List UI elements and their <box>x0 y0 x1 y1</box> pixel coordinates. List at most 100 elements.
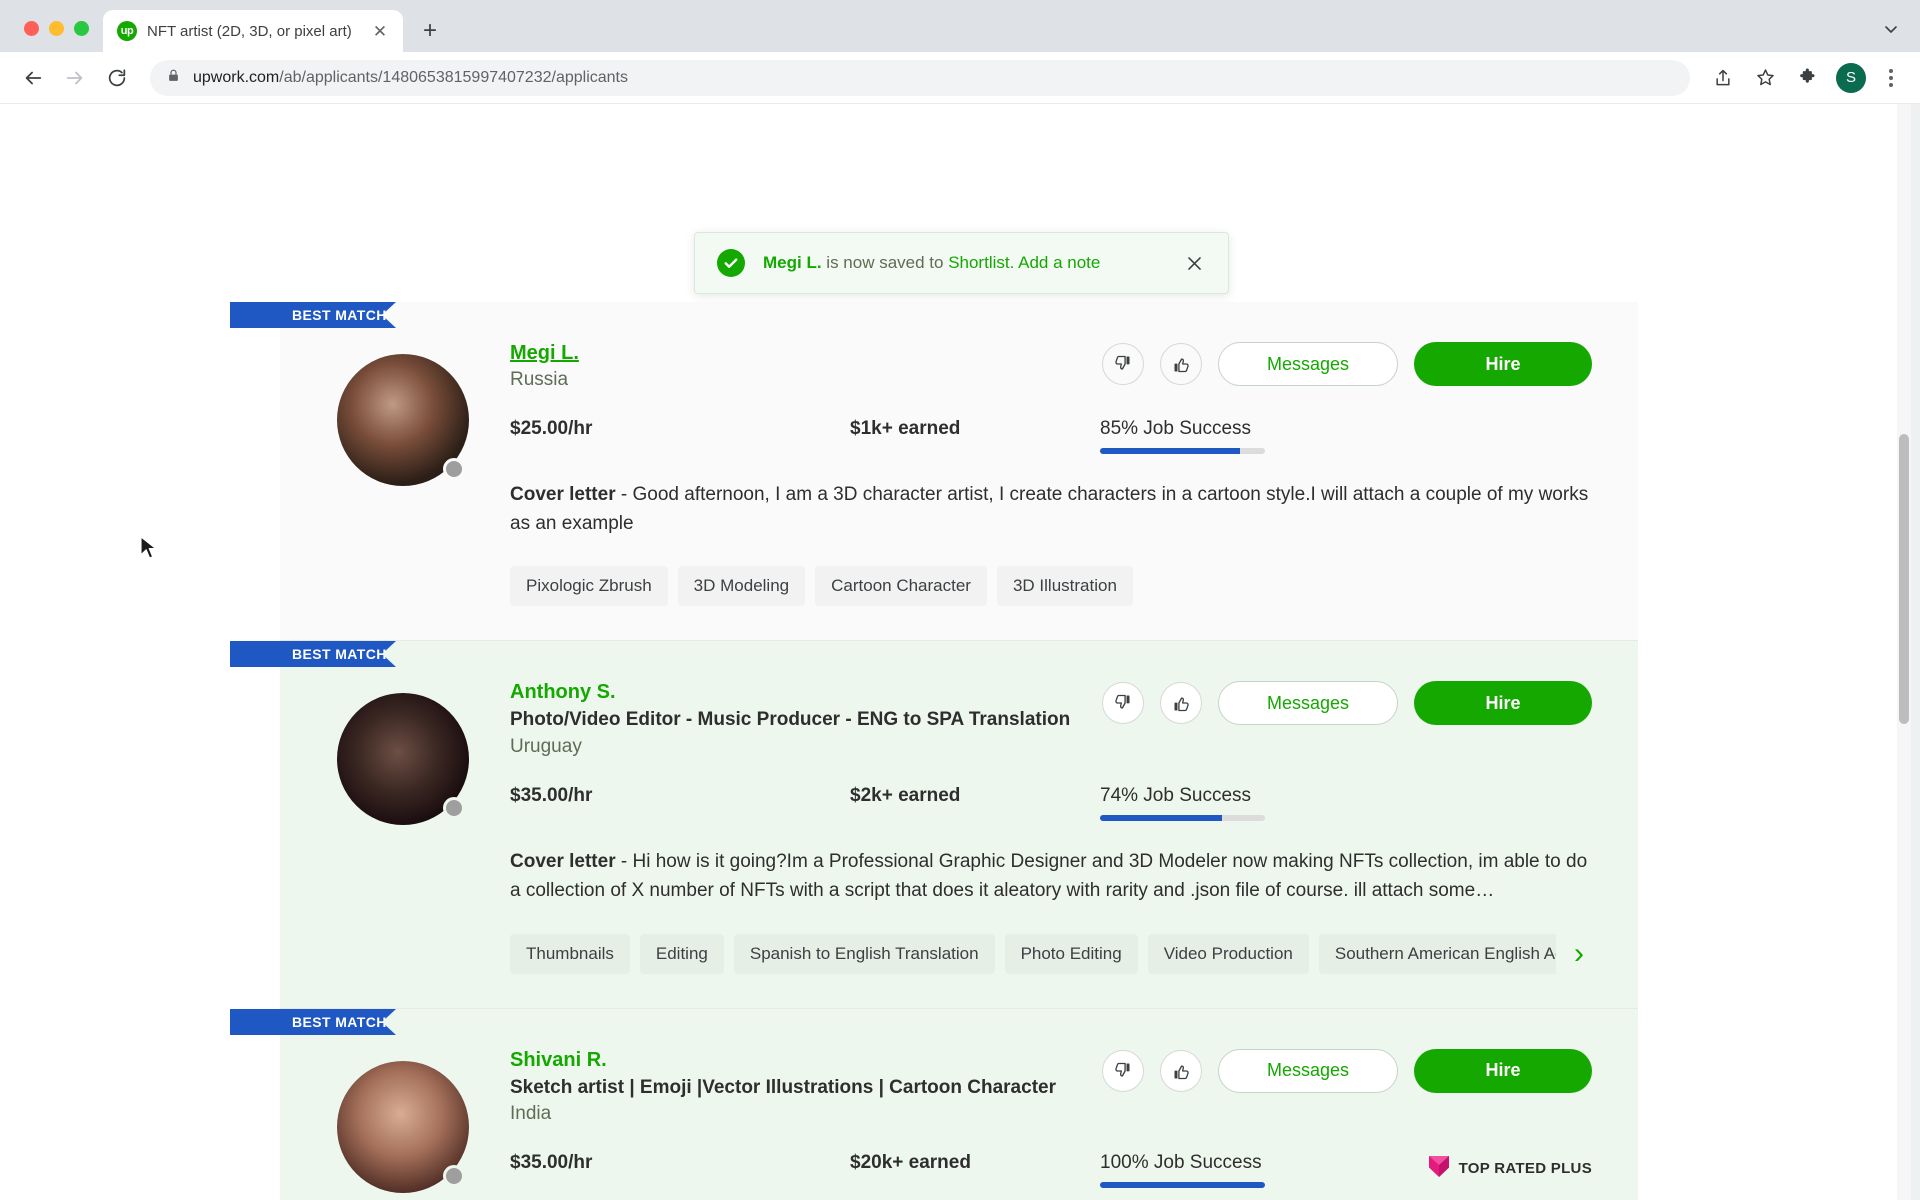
cover-letter-label: Cover letter <box>510 850 616 872</box>
toast-close-icon[interactable] <box>1180 249 1208 277</box>
cover-letter-text: - Hi how is it going?Im a Professional G… <box>510 850 1588 902</box>
hire-button[interactable]: Hire <box>1414 342 1592 386</box>
extensions-puzzle-icon[interactable] <box>1788 59 1826 97</box>
applicant-header-row: Megi L. Russia Messages Hire <box>510 340 1592 394</box>
job-success-label: 85% Job Success <box>1100 417 1252 439</box>
best-match-badge: BEST MATCH <box>230 641 396 668</box>
page-viewport: Associated with Artel Workshop BEST MATC… <box>0 104 1920 1200</box>
skills-next-chevron-icon[interactable]: › <box>1566 938 1592 969</box>
applicant-header-row: Anthony S. Photo/Video Editor - Music Pr… <box>510 679 1592 760</box>
skill-chip-row: Pixologic Zbrush 3D Modeling Cartoon Chara… <box>510 566 1592 607</box>
toast-add-note-link[interactable]: Add a note <box>1018 253 1100 272</box>
avatar-wrapper <box>337 1060 469 1193</box>
minimize-window-button[interactable] <box>49 21 64 36</box>
cover-letter: Cover letter - Good afternoon, I am a 3D… <box>510 480 1590 539</box>
thumbs-down-icon[interactable] <box>1102 682 1144 725</box>
forward-button-icon[interactable] <box>56 59 94 97</box>
applicant-main-column: Anthony S. Photo/Video Editor - Music Pr… <box>486 679 1592 974</box>
applicant-header-row: Shivani R. Sketch artist | Emoji |Vector… <box>510 1047 1592 1128</box>
page-scrollbar[interactable] <box>1897 104 1911 1200</box>
skill-chip-row: Thumbnails Editing Spanish to English Tran… <box>510 933 1592 974</box>
toast-shortlist-link[interactable]: Shortlist. <box>948 253 1014 272</box>
applicant-identity: Shivani R. Sketch artist | Emoji |Vector… <box>510 1047 1102 1128</box>
applicant-card: BEST MATCH Anthony S. Photo/Video Editor… <box>230 641 1638 1009</box>
total-earned: $1k+ earned <box>850 417 961 439</box>
skill-chip[interactable]: Southern American English Accent <box>1318 933 1556 974</box>
hire-button[interactable]: Hire <box>1414 1048 1592 1093</box>
address-path: /ab/applicants/1480653815997407232/appli… <box>279 68 628 86</box>
applicant-name-link[interactable]: Anthony S. <box>510 679 616 705</box>
hourly-rate: $35.00/hr <box>510 784 593 806</box>
job-success-track <box>1100 447 1265 454</box>
bookmark-star-icon[interactable] <box>1746 59 1784 97</box>
applicant-card-body: Shivani R. Sketch artist | Emoji |Vector… <box>280 1009 1638 1200</box>
browser-tabstrip: up NFT artist (2D, 3D, or pixel art) ✕ + <box>0 0 1920 52</box>
applicant-card-body: Anthony S. Photo/Video Editor - Music Pr… <box>280 641 1638 1007</box>
profile-avatar[interactable]: S <box>1836 62 1866 93</box>
back-button-icon[interactable] <box>14 59 52 97</box>
skill-chip[interactable]: Photo Editing <box>1004 933 1138 974</box>
thumbs-up-icon[interactable] <box>1160 682 1202 725</box>
messages-button[interactable]: Messages <box>1218 681 1398 726</box>
reload-button-icon[interactable] <box>98 59 136 97</box>
address-bar[interactable]: upwork.com/ab/applicants/148065381599740… <box>150 59 1690 96</box>
applicant-actions: Messages Hire <box>1102 679 1592 726</box>
cover-letter: Cover letter - Hi how is it going?Im a P… <box>510 847 1590 906</box>
top-rated-plus-shield-icon <box>1428 1154 1450 1183</box>
top-rated-plus-label: TOP RATED PLUS <box>1458 1159 1592 1177</box>
hire-button[interactable]: Hire <box>1414 681 1592 726</box>
thumbs-down-icon[interactable] <box>1102 343 1144 385</box>
thumbs-up-icon[interactable] <box>1160 1049 1202 1092</box>
job-success-fill <box>1100 447 1241 454</box>
toast-applicant-name: Megi L. <box>763 253 822 272</box>
shortlist-toast: Megi L. is now saved to Shortlist. Add a… <box>694 232 1229 294</box>
avatar-column <box>320 679 486 973</box>
share-icon[interactable] <box>1704 59 1742 97</box>
applicant-actions: Messages Hire <box>1102 340 1592 386</box>
skill-chip[interactable]: Pixologic Zbrush <box>510 566 668 607</box>
maximize-window-button[interactable] <box>74 21 89 36</box>
skill-chip[interactable]: 3D Illustration <box>996 566 1133 607</box>
thumbs-down-icon[interactable] <box>1102 1049 1144 1092</box>
applicant-card: BEST MATCH Megi L. Russia Messages Hire … <box>230 302 1638 642</box>
skill-chip[interactable]: 3D Modeling <box>677 566 806 607</box>
applicant-stats-row: $35.00/hr $2k+ earned 74% Job Success <box>510 785 1592 821</box>
window-traffic-lights <box>0 21 103 52</box>
skill-chip[interactable]: Spanish to English Translation <box>733 933 995 974</box>
job-success-track <box>1100 814 1265 821</box>
best-match-badge: BEST MATCH <box>230 1008 396 1035</box>
applicant-name-link[interactable]: Shivani R. <box>510 1047 607 1073</box>
skill-chip[interactable]: Thumbnails <box>510 933 630 974</box>
avatar-column <box>320 1047 486 1200</box>
browser-menu-icon[interactable] <box>1876 68 1906 87</box>
address-bar-url: upwork.com/ab/applicants/148065381599740… <box>193 69 628 87</box>
job-success-label: 100% Job Success <box>1100 1151 1262 1173</box>
close-window-button[interactable] <box>24 21 39 36</box>
thumbs-up-icon[interactable] <box>1160 343 1202 385</box>
messages-button[interactable]: Messages <box>1218 342 1398 386</box>
skill-chips: Thumbnails Editing Spanish to English Tran… <box>510 933 1556 974</box>
applicant-country: India <box>510 1103 552 1125</box>
skill-chip[interactable]: Editing <box>639 933 724 974</box>
browser-window: up NFT artist (2D, 3D, or pixel art) ✕ +… <box>0 0 1920 1200</box>
applicant-headline: Sketch artist | Emoji |Vector Illustrati… <box>510 1076 1056 1098</box>
messages-button[interactable]: Messages <box>1218 1048 1398 1093</box>
applicant-identity: Anthony S. Photo/Video Editor - Music Pr… <box>510 679 1102 760</box>
cover-letter-text: - Good afternoon, I am a 3D character ar… <box>510 483 1589 535</box>
tab-list-chevron-down-icon[interactable] <box>1882 20 1900 42</box>
avatar-wrapper <box>337 693 469 826</box>
scrollbar-thumb[interactable] <box>1899 434 1909 724</box>
skill-chip[interactable]: Cartoon Character <box>815 566 987 607</box>
top-rated-plus-badge: TOP RATED PLUS <box>1428 1152 1592 1183</box>
avatar-column <box>320 340 486 606</box>
new-tab-button[interactable]: + <box>413 14 447 48</box>
applicant-main-column: Megi L. Russia Messages Hire $25.00/hr $… <box>486 340 1592 607</box>
online-status-dot <box>443 1164 465 1187</box>
browser-tab-active[interactable]: up NFT artist (2D, 3D, or pixel art) ✕ <box>103 10 403 52</box>
hourly-rate: $35.00/hr <box>510 1151 593 1173</box>
applicant-stats-row: $25.00/hr $1k+ earned 85% Job Success <box>510 418 1592 454</box>
applicant-name-link[interactable]: Megi L. <box>510 340 579 366</box>
tab-close-icon[interactable]: ✕ <box>369 20 391 42</box>
skill-chip[interactable]: Video Production <box>1147 933 1309 974</box>
lock-icon <box>166 68 181 88</box>
